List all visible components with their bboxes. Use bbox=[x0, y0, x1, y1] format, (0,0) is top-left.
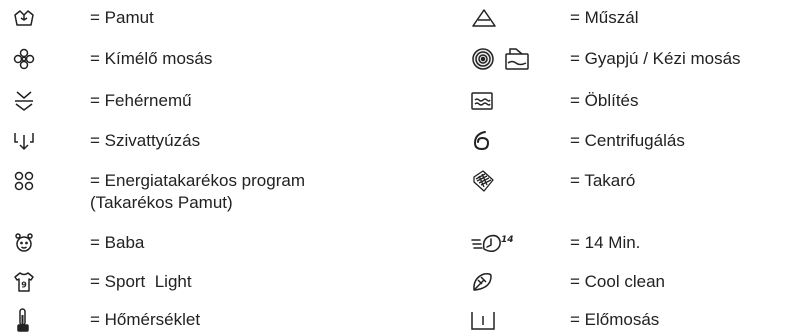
legend-label: = Pamut bbox=[90, 8, 154, 27]
legend-label: = Centrifugálás bbox=[570, 131, 685, 150]
legend-row-delicate-wash: = Kímélő mosás bbox=[0, 45, 212, 73]
prewash-icon bbox=[470, 306, 570, 334]
legend-label: = Sport Light bbox=[90, 272, 192, 291]
legend-row-cotton: = Pamut bbox=[0, 4, 154, 32]
legend-row-wool-handwash: = Gyapjú / Kézi mosás bbox=[470, 45, 741, 73]
spin-icon bbox=[470, 127, 570, 155]
legend-row-spin: = Centrifugálás bbox=[470, 127, 685, 155]
legend-label: = Gyapjú / Kézi mosás bbox=[570, 49, 741, 68]
legend-row-synthetic: = Műszál bbox=[470, 4, 639, 32]
legend-label: = Takaró bbox=[570, 171, 636, 190]
legend-row-eco-program: = Energiatakarékos program (Takarékos Pa… bbox=[0, 167, 305, 213]
legend-row-underwear: = Fehérnemű bbox=[0, 87, 192, 115]
legend-row-cool-clean: = Cool clean bbox=[470, 268, 665, 296]
legend-row-temperature: = Hőmérséklet bbox=[0, 306, 200, 334]
legend-label: = Kímélő mosás bbox=[90, 49, 213, 68]
wool-handwash-icon bbox=[470, 45, 570, 73]
quick-14-min-icon-text: 14' bbox=[501, 235, 514, 245]
legend-label: = Baba bbox=[90, 233, 145, 252]
legend-label: = Öblítés bbox=[570, 91, 639, 110]
legend-row-prewash: = Előmosás bbox=[470, 306, 659, 334]
underwear-icon bbox=[0, 87, 90, 115]
wash-symbol-legend: = Pamut = Kímélő mosás = Fehérnemű = Szi… bbox=[0, 0, 800, 336]
legend-label: = Hőmérséklet bbox=[90, 310, 201, 329]
handwash-icon bbox=[505, 48, 529, 70]
wool-icon bbox=[472, 48, 494, 70]
eco-program-icon bbox=[0, 167, 90, 195]
quick-14-min-icon: 14' bbox=[470, 229, 570, 257]
cotton-icon bbox=[0, 4, 90, 32]
legend-label-line2: (Takarékos Pamut) bbox=[90, 193, 233, 212]
legend-row-drain-pump: = Szivattyúzás bbox=[0, 127, 200, 155]
legend-row-rinse: = Öblítés bbox=[470, 87, 639, 115]
synthetic-icon bbox=[470, 4, 570, 32]
svg-text:9: 9 bbox=[21, 281, 27, 290]
delicate-wash-icon bbox=[0, 45, 90, 73]
legend-label: = Műszál bbox=[570, 8, 639, 27]
legend-row-baby: = Baba bbox=[0, 229, 144, 257]
cool-clean-leaf-icon bbox=[470, 268, 570, 296]
legend-row-quick-14-min: 14' = 14 Min. bbox=[470, 229, 640, 257]
baby-icon bbox=[0, 229, 90, 257]
legend-label: = Előmosás bbox=[570, 310, 660, 329]
legend-label: = Szivattyúzás bbox=[90, 131, 201, 150]
sport-shirt-icon: 9 bbox=[0, 268, 90, 296]
legend-label-line1: = Energiatakarékos program bbox=[90, 171, 305, 190]
legend-label: = Fehérnemű bbox=[90, 91, 192, 110]
legend-label-multiline: = Energiatakarékos program (Takarékos Pa… bbox=[90, 167, 305, 214]
legend-label: = 14 Min. bbox=[570, 233, 641, 252]
legend-label: = Cool clean bbox=[570, 272, 665, 291]
rinse-icon bbox=[470, 87, 570, 115]
duvet-icon bbox=[470, 167, 570, 195]
legend-row-duvet: = Takaró bbox=[470, 167, 635, 195]
drain-pump-icon bbox=[0, 127, 90, 155]
legend-row-sport-light: 9 = Sport Light bbox=[0, 268, 192, 296]
thermometer-icon bbox=[0, 306, 90, 334]
